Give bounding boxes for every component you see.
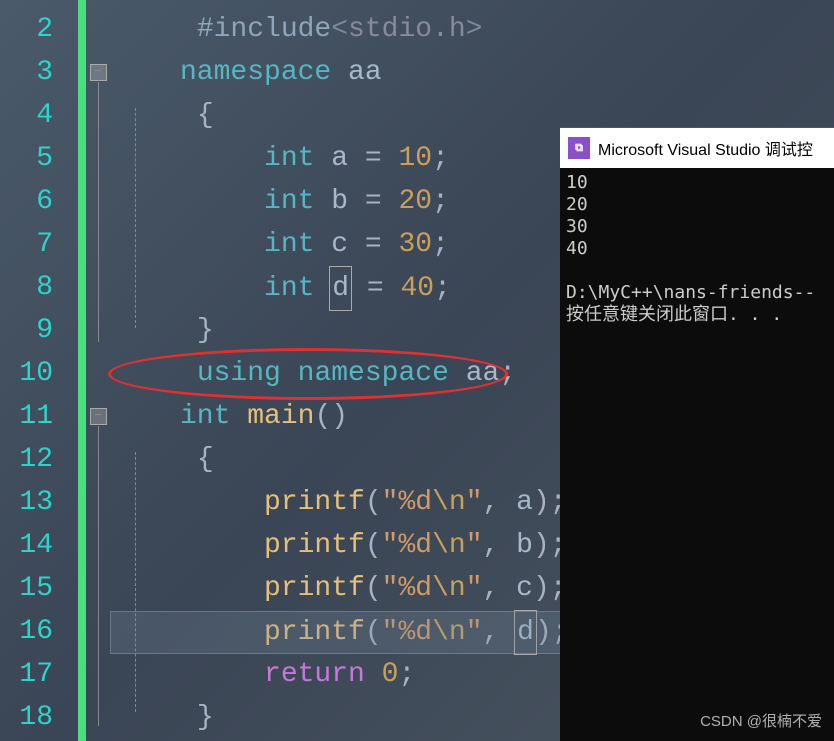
code-line[interactable]: int d = 40;: [180, 266, 569, 309]
line-number: 17: [0, 653, 53, 696]
line-number-gutter[interactable]: 2 3 4 5 6 7 8 9 10 11 12 13 14 15 16 17 …: [0, 0, 65, 741]
line-number: 10: [0, 352, 53, 395]
code-line[interactable]: }: [180, 309, 569, 352]
code-line[interactable]: int b = 20;: [180, 180, 569, 223]
code-line[interactable]: printf("%d\n", b);: [180, 524, 569, 567]
code-line[interactable]: {: [180, 94, 569, 137]
fold-toggle-icon[interactable]: −: [90, 408, 107, 425]
console-title-text: Microsoft Visual Studio 调试控: [598, 136, 813, 160]
code-line[interactable]: using namespace aa;: [180, 352, 569, 395]
console-titlebar[interactable]: ⧉ Microsoft Visual Studio 调试控: [560, 128, 834, 168]
line-number: 12: [0, 438, 53, 481]
line-number: 5: [0, 137, 53, 180]
indent-guide: [135, 452, 136, 712]
code-line[interactable]: int c = 30;: [180, 223, 569, 266]
code-line[interactable]: namespace aa: [180, 51, 569, 94]
fold-toggle-icon[interactable]: −: [90, 64, 107, 81]
symbol-highlight: d: [329, 266, 352, 311]
line-number: 2: [0, 8, 53, 51]
code-line[interactable]: printf("%d\n", c);: [180, 567, 569, 610]
line-number: 9: [0, 309, 53, 352]
line-number: 13: [0, 481, 53, 524]
line-number: 7: [0, 223, 53, 266]
code-line[interactable]: int main(): [180, 395, 569, 438]
line-number: 14: [0, 524, 53, 567]
code-line[interactable]: printf("%d\n", a);: [180, 481, 569, 524]
line-number: 3: [0, 51, 53, 94]
line-number: 18: [0, 696, 53, 739]
debug-console-window[interactable]: ⧉ Microsoft Visual Studio 调试控 10 20 30 4…: [560, 127, 834, 741]
indent-guide: [135, 108, 136, 328]
line-number: 6: [0, 180, 53, 223]
fold-guide-line: [98, 426, 99, 726]
code-line[interactable]: int a = 10;: [180, 137, 569, 180]
code-line[interactable]: return 0;: [180, 653, 569, 696]
line-number: 16: [0, 610, 53, 653]
code-line[interactable]: {: [180, 438, 569, 481]
console-output[interactable]: 10 20 30 40 D:\MyC++\nans-friends-- 按任意键…: [560, 168, 834, 330]
change-indicator-bar: [78, 0, 86, 741]
code-line[interactable]: #include<stdio.h>: [180, 8, 569, 51]
line-number: 11: [0, 395, 53, 438]
line-number: 4: [0, 94, 53, 137]
fold-guide-line: [98, 82, 99, 342]
watermark: CSDN @很楠不爱: [700, 710, 822, 731]
line-number: 15: [0, 567, 53, 610]
line-number: 8: [0, 266, 53, 309]
code-line[interactable]: }: [180, 696, 569, 739]
visual-studio-icon: ⧉: [568, 137, 590, 159]
